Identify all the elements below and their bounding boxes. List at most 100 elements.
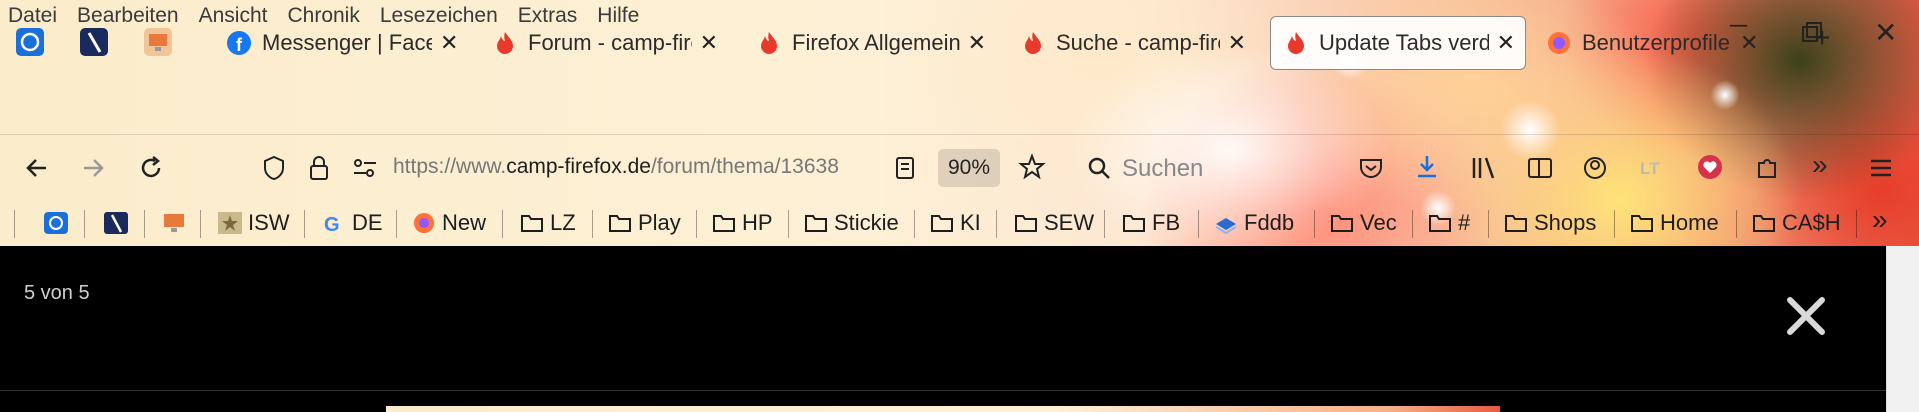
- tab-title: Update Tabs verdrängen: [1319, 30, 1489, 55]
- pinned-tab-blue[interactable]: [16, 28, 44, 56]
- bookmark-folder-lz[interactable]: LZ: [520, 208, 576, 238]
- menu-lesezeichen[interactable]: Lesezeichen: [380, 4, 498, 32]
- arrow-left-icon: [26, 159, 46, 177]
- bookmark-blue-app[interactable]: [44, 208, 74, 238]
- bookmark-folder-vec[interactable]: Vec: [1330, 208, 1397, 238]
- tab-allgemein[interactable]: Firefox Allgemein ✕: [756, 16, 986, 70]
- bookmark-folder-fb[interactable]: FB: [1122, 208, 1180, 238]
- url-bar[interactable]: https://www.camp-firefox.de/forum/thema/…: [248, 145, 1428, 191]
- bookmark-label: New: [442, 210, 487, 235]
- firefox-flame-icon: [1025, 32, 1041, 54]
- menu-hilfe[interactable]: Hilfe: [597, 4, 639, 32]
- firefox-profile-icon: [1548, 32, 1570, 54]
- bookmark-label: Shops: [1534, 210, 1597, 235]
- search-input[interactable]: Suchen: [1122, 155, 1203, 183]
- lightbox-close-icon[interactable]: [1784, 294, 1828, 338]
- extension-lt-icon[interactable]: LT: [1638, 155, 1664, 181]
- pinned-tab-app[interactable]: [144, 28, 172, 56]
- firefox-flame-icon: [497, 32, 513, 54]
- pocket-icon[interactable]: [1358, 155, 1384, 181]
- folder-icon: [1123, 215, 1145, 232]
- forward-button[interactable]: [76, 151, 110, 185]
- tab-title: Benutzerprofile: [1582, 30, 1730, 55]
- bookmark-folder-home[interactable]: Home: [1630, 208, 1719, 238]
- lightbox-image: [386, 406, 1500, 412]
- url-text[interactable]: https://www.camp-firefox.de/forum/thema/…: [393, 155, 843, 179]
- bookmark-folder-sew[interactable]: SEW: [1014, 208, 1094, 238]
- tab-close-icon[interactable]: ✕: [1228, 30, 1246, 56]
- bookmark-new[interactable]: New: [412, 208, 486, 238]
- bookmark-folder-cash[interactable]: CA$H: [1752, 208, 1841, 238]
- slash-icon: [87, 32, 102, 53]
- bookmark-navy-app[interactable]: [104, 208, 134, 238]
- bookmarks-overflow-chevron-icon[interactable]: »: [1872, 204, 1888, 236]
- menu-extras[interactable]: Extras: [518, 4, 578, 32]
- bookmark-folder-shops[interactable]: Shops: [1504, 208, 1596, 238]
- close-window-icon[interactable]: ✕: [1874, 16, 1897, 49]
- image-counter: 5 von 5: [24, 282, 90, 304]
- shield-icon[interactable]: [262, 155, 286, 181]
- facebook-icon: f: [227, 31, 251, 55]
- monitor-icon: [149, 34, 167, 51]
- back-button[interactable]: [20, 151, 54, 185]
- bookmark-separator: [14, 210, 15, 238]
- menu-ansicht[interactable]: Ansicht: [199, 4, 268, 32]
- bookmark-folder-play[interactable]: Play: [608, 208, 681, 238]
- account-icon[interactable]: [1582, 155, 1608, 181]
- pocket-heart-icon[interactable]: [1696, 153, 1724, 181]
- folder-icon: [713, 215, 735, 232]
- bookmark-separator: [502, 210, 503, 238]
- folder-icon: [521, 215, 543, 232]
- firefox-icon: [414, 213, 434, 233]
- page-scrollbar[interactable]: [1886, 246, 1919, 412]
- folder-icon: [1505, 215, 1527, 232]
- bookmark-isw[interactable]: ISW: [218, 208, 290, 238]
- google-icon: G: [324, 214, 340, 234]
- bookmark-label: Vec: [1360, 210, 1397, 235]
- bookmark-folder-hash[interactable]: #: [1428, 208, 1470, 238]
- bookmark-monitor-app[interactable]: [162, 208, 192, 238]
- lock-icon[interactable]: [308, 155, 330, 181]
- bookmark-separator: [696, 210, 697, 238]
- tab-update-active[interactable]: Update Tabs verdrängen ✕: [1270, 16, 1526, 70]
- bookmark-de[interactable]: G DE: [322, 208, 383, 238]
- reload-button[interactable]: [134, 151, 168, 185]
- svg-text:f: f: [236, 35, 243, 55]
- tab-close-icon[interactable]: ✕: [440, 30, 458, 56]
- sidebar-icon[interactable]: [1526, 155, 1554, 181]
- bookmark-fddb[interactable]: Fddb: [1214, 208, 1294, 238]
- new-tab-icon[interactable]: +: [1814, 22, 1830, 54]
- tab-close-icon[interactable]: ✕: [700, 30, 718, 56]
- bookmark-label: KI: [960, 210, 981, 235]
- bookmark-folder-hp[interactable]: HP: [712, 208, 773, 238]
- folder-icon: [805, 215, 827, 232]
- reader-view-icon[interactable]: [894, 155, 916, 181]
- bookmark-label: ISW: [248, 210, 290, 235]
- slash-icon: [104, 212, 128, 234]
- svg-text:G: G: [324, 214, 340, 234]
- zoom-level[interactable]: 90%: [938, 149, 1000, 187]
- minimize-icon[interactable]: ─: [1730, 12, 1747, 40]
- menu-bearbeiten[interactable]: Bearbeiten: [77, 4, 179, 32]
- tab-close-icon[interactable]: ✕: [968, 30, 986, 56]
- menu-chronik[interactable]: Chronik: [287, 4, 359, 32]
- hamburger-menu-icon[interactable]: [1868, 157, 1894, 179]
- permissions-icon[interactable]: [352, 157, 378, 179]
- bookmark-folder-ki[interactable]: KI: [930, 208, 981, 238]
- bookmark-folder-stickie[interactable]: Stickie: [804, 208, 899, 238]
- bookmark-separator: [1488, 210, 1489, 238]
- tab-suche[interactable]: Suche - camp-firefox ✕: [1020, 16, 1246, 70]
- bookmark-separator: [396, 210, 397, 238]
- extensions-puzzle-icon[interactable]: [1754, 153, 1782, 181]
- bookmark-separator: [200, 210, 201, 238]
- bookmark-star-icon[interactable]: [1018, 153, 1046, 181]
- folder-icon: [1631, 215, 1653, 232]
- download-icon[interactable]: [1414, 153, 1440, 181]
- tab-close-icon[interactable]: ✕: [1497, 30, 1515, 56]
- folder-icon: [1753, 215, 1775, 232]
- folder-icon: [609, 215, 631, 232]
- pinned-tab-navy[interactable]: [80, 28, 108, 56]
- menu-datei[interactable]: Datei: [8, 4, 57, 32]
- overflow-chevron-icon[interactable]: »: [1812, 149, 1828, 181]
- library-icon[interactable]: [1470, 155, 1498, 181]
